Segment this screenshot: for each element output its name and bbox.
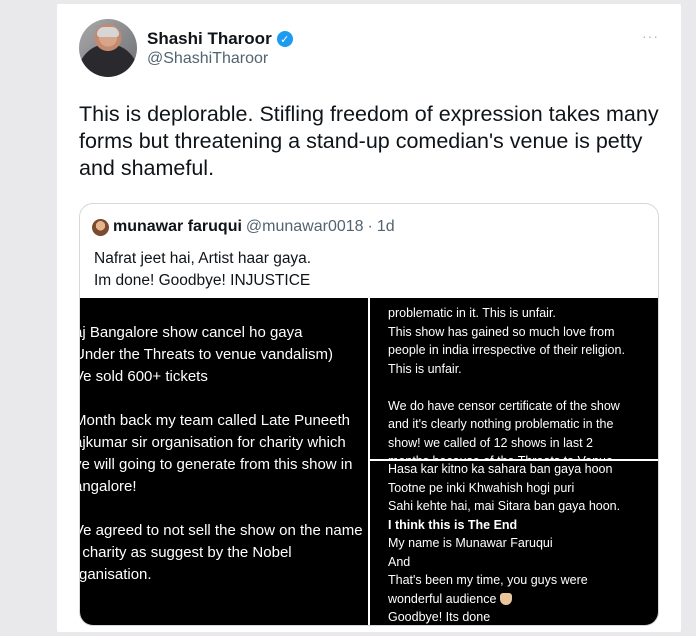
quoted-separator: · xyxy=(367,218,373,235)
verified-badge-icon: ✓ xyxy=(276,31,293,47)
author-avatar[interactable] xyxy=(79,19,137,77)
quoted-author-handle[interactable]: @munawar0018 xyxy=(246,218,364,236)
media-image-1-text: aj Bangalore show cancel ho gaya Under t… xyxy=(80,324,363,583)
tweet-text: This is deplorable. Stifling freedom of … xyxy=(79,102,659,180)
more-options-icon[interactable]: ··· xyxy=(642,28,659,44)
quoted-timestamp[interactable]: 1d xyxy=(377,218,395,236)
quoted-text-line-1: Nafrat jeet hai, Artist haar gaya. xyxy=(94,250,312,267)
author-name-row: Shashi Tharoor ✓ xyxy=(147,29,293,49)
folded-hands-icon xyxy=(499,593,512,606)
media-image-3[interactable]: Hasa kar kitno ka sahara ban gaya hoon T… xyxy=(370,461,658,625)
media-image-3-lines-bottom: My name is Munawar Faruqui And That's be… xyxy=(388,536,588,606)
media-image-3-bold-line: I think this is The End xyxy=(388,517,518,532)
quoted-text-line-2: Im done! Goodbye! INJUSTICE xyxy=(94,272,311,289)
quoted-author-avatar[interactable] xyxy=(92,218,109,236)
quoted-tweet[interactable]: munawar faruqui @munawar0018 · 1d Nafrat… xyxy=(79,203,659,626)
media-image-2-text: problematic in it. This is unfair. This … xyxy=(388,306,625,459)
quoted-author-name[interactable]: munawar faruqui xyxy=(113,218,242,236)
media-image-3-text: Hasa kar kitno ka sahara ban gaya hoon T… xyxy=(388,461,620,625)
media-image-2[interactable]: problematic in it. This is unfair. This … xyxy=(370,298,658,459)
media-image-1[interactable]: aj Bangalore show cancel ho gaya Under t… xyxy=(80,298,368,625)
author-handle[interactable]: @ShashiTharoor xyxy=(147,50,268,68)
quoted-tweet-header: munawar faruqui @munawar0018 · 1d xyxy=(92,218,395,236)
tweet-card: Shashi Tharoor ✓ @ShashiTharoor ··· This… xyxy=(57,4,681,632)
quoted-media-grid: aj Bangalore show cancel ho gaya Under t… xyxy=(80,298,658,625)
media-image-3-tail: Goodbye! Its done xyxy=(388,610,491,624)
author-name[interactable]: Shashi Tharoor xyxy=(147,29,272,49)
media-image-3-lines-top: Hasa kar kitno ka sahara ban gaya hoon T… xyxy=(388,462,621,513)
quoted-tweet-text: Nafrat jeet hai, Artist haar gaya. Im do… xyxy=(94,248,311,292)
